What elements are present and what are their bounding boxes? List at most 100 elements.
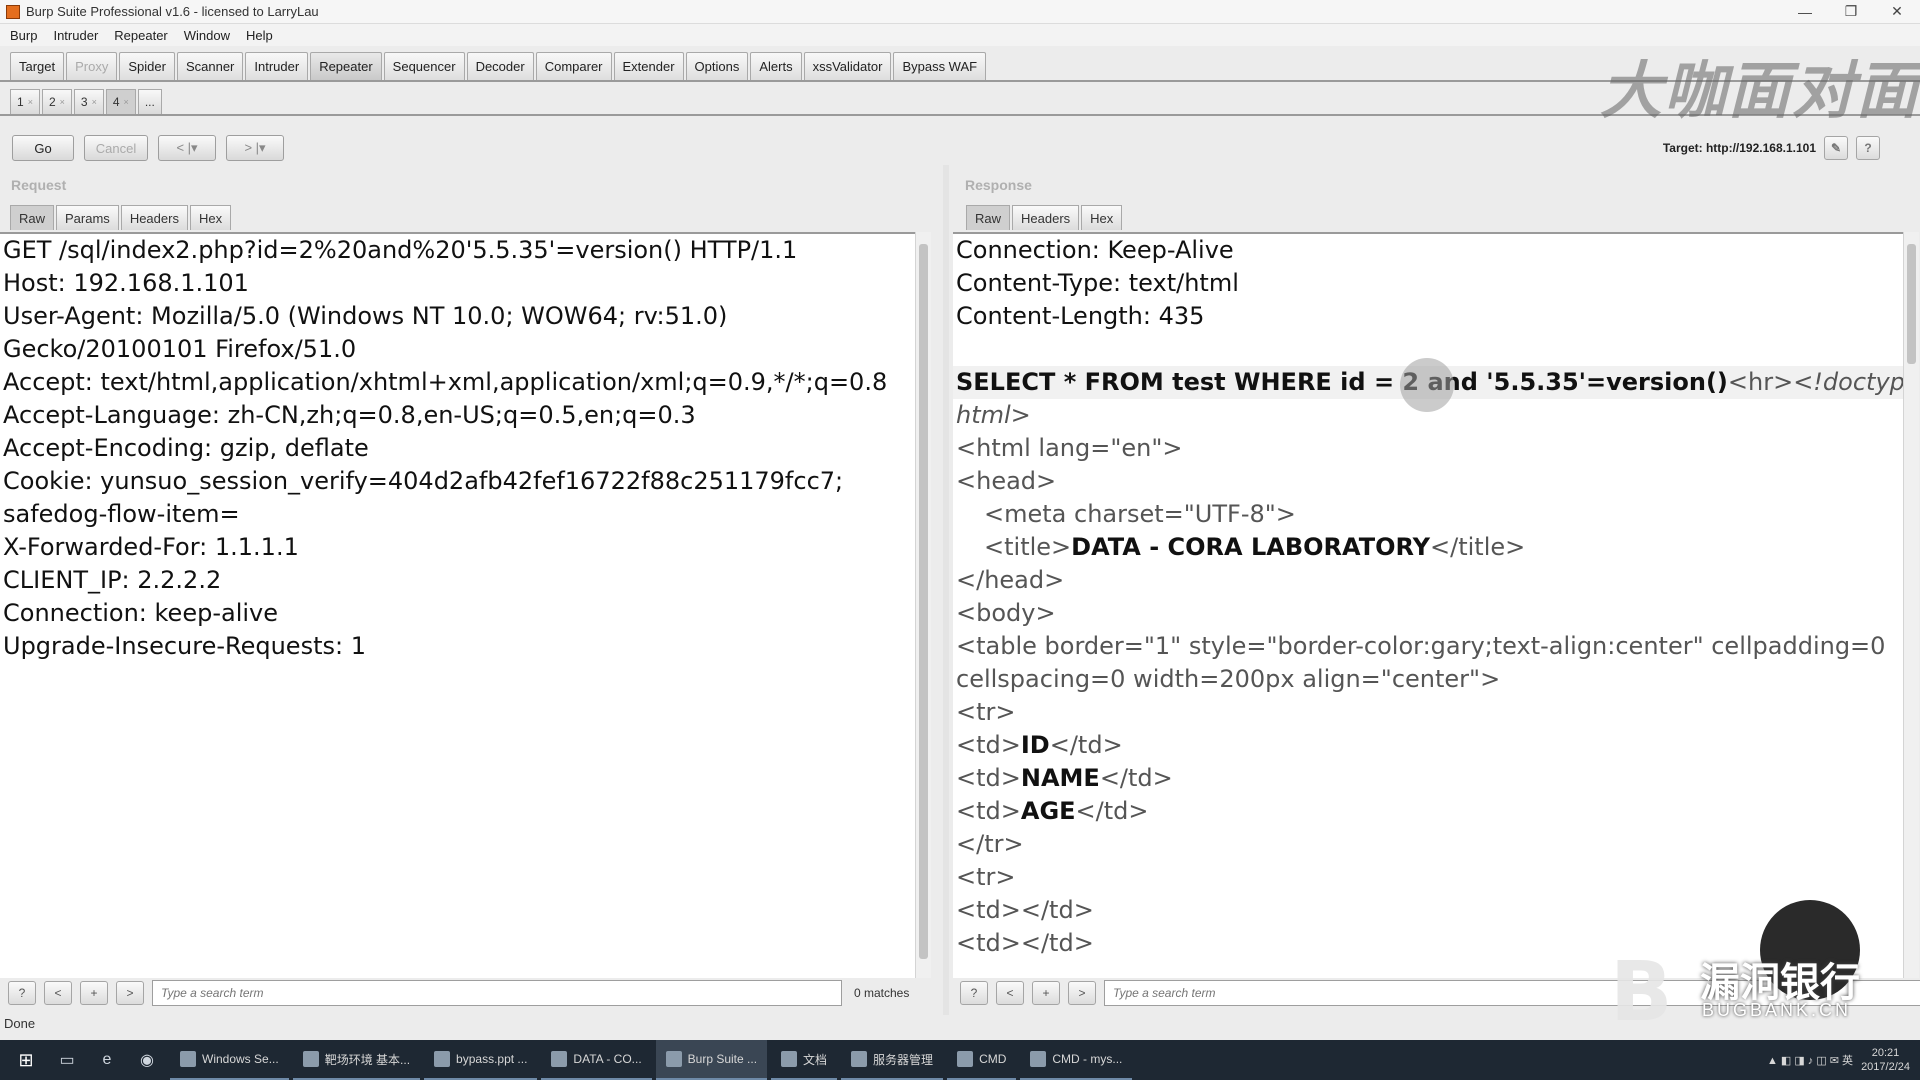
menu-repeater[interactable]: Repeater bbox=[104, 28, 173, 43]
main-tab-bypass-waf[interactable]: Bypass WAF bbox=[893, 52, 987, 80]
taskbar-app-icon bbox=[1030, 1051, 1047, 1067]
request-tab-hex[interactable]: Hex bbox=[189, 205, 232, 230]
request-search-add-button[interactable]: + bbox=[80, 981, 108, 1005]
close-tab-icon[interactable]: × bbox=[28, 97, 33, 107]
task-view-icon[interactable]: ▭ bbox=[50, 1040, 84, 1080]
window-title: Burp Suite Professional v1.6 - licensed … bbox=[26, 4, 319, 19]
repeater-tab-4[interactable]: 4 × bbox=[105, 89, 136, 114]
taskbar-app[interactable]: CMD - mys... bbox=[1020, 1040, 1133, 1080]
response-body-line: <html lang="en"> bbox=[953, 432, 1903, 465]
request-tab-headers[interactable]: Headers bbox=[120, 205, 188, 230]
main-tab-target[interactable]: Target bbox=[10, 52, 65, 80]
menu-burp[interactable]: Burp bbox=[0, 28, 43, 43]
main-tab-extender[interactable]: Extender bbox=[613, 52, 684, 80]
taskbar-app[interactable]: 文档 bbox=[771, 1040, 838, 1080]
maximize-button[interactable]: ❐ bbox=[1828, 0, 1874, 24]
request-search-bar: ? < + > 0 matches bbox=[8, 980, 909, 1006]
main-tab-alerts[interactable]: Alerts bbox=[750, 52, 802, 80]
html-tag: <meta charset="UTF-8"> bbox=[984, 500, 1296, 528]
taskbar-app[interactable]: Windows Se... bbox=[170, 1040, 289, 1080]
main-tab-scanner[interactable]: Scanner bbox=[176, 52, 244, 80]
help-icon[interactable]: ? bbox=[1856, 136, 1880, 160]
taskbar-app-icon bbox=[180, 1051, 196, 1067]
menu-window[interactable]: Window bbox=[174, 28, 236, 43]
request-search-help-button[interactable]: ? bbox=[8, 981, 36, 1005]
repeater-tab-5[interactable]: ... bbox=[137, 89, 162, 114]
main-tab-intruder[interactable]: Intruder bbox=[245, 52, 309, 80]
repeater-tab-3[interactable]: 3 × bbox=[73, 89, 104, 114]
taskbar-app-icon bbox=[665, 1051, 682, 1067]
doctype-tag-end: html> bbox=[956, 401, 1031, 429]
response-search-help-button[interactable]: ? bbox=[960, 981, 988, 1005]
taskbar-app[interactable]: CMD bbox=[947, 1040, 1017, 1080]
main-tab-spider[interactable]: Spider bbox=[119, 52, 175, 80]
clock-time: 20:21 bbox=[1871, 1047, 1900, 1059]
response-tab-headers[interactable]: Headers bbox=[1012, 205, 1080, 230]
main-tab-options[interactable]: Options bbox=[685, 52, 749, 80]
response-scroll-thumb[interactable] bbox=[1907, 244, 1916, 364]
close-tab-icon[interactable]: × bbox=[124, 97, 129, 107]
back-button[interactable]: < |▾ bbox=[158, 135, 216, 161]
response-scrollbar[interactable] bbox=[1903, 232, 1919, 978]
response-tab-hex[interactable]: Hex bbox=[1081, 205, 1123, 230]
response-body-line: <body> bbox=[953, 597, 1903, 630]
response-body-line: </tr> bbox=[953, 828, 1903, 861]
edge-browser-icon[interactable]: e bbox=[90, 1040, 124, 1080]
close-tab-icon[interactable]: × bbox=[92, 97, 97, 107]
main-tab-comparer[interactable]: Comparer bbox=[535, 52, 612, 80]
taskbar-app[interactable]: 靶场环境 基本... bbox=[292, 1040, 421, 1080]
main-tab-xssvalidator[interactable]: xssValidator bbox=[803, 52, 892, 80]
taskbar-app[interactable]: bypass.ppt ... bbox=[424, 1040, 538, 1080]
repeater-tab-2[interactable]: 2 × bbox=[41, 89, 72, 114]
doctype-tag: <!doctype bbox=[1793, 368, 1903, 396]
response-editor[interactable]: Connection: Keep-Alive Content-Type: text… bbox=[953, 232, 1903, 978]
response-search-prev-button[interactable]: < bbox=[996, 981, 1024, 1005]
html-tag: <title> bbox=[984, 533, 1072, 561]
request-tab-params[interactable]: Params bbox=[56, 205, 119, 230]
taskbar-app[interactable]: Burp Suite ... bbox=[655, 1040, 768, 1080]
start-button[interactable]: ⊞ bbox=[8, 1040, 44, 1080]
main-tab-repeater[interactable]: Repeater bbox=[310, 52, 382, 80]
menu-intruder[interactable]: Intruder bbox=[43, 28, 104, 43]
request-matches-count: 0 matches bbox=[854, 986, 910, 1000]
request-scroll-thumb[interactable] bbox=[919, 244, 928, 959]
request-tab-raw[interactable]: Raw bbox=[10, 205, 55, 230]
request-editor[interactable]: GET /sql/index2.php?id=2%20and%20'5.5.35… bbox=[0, 232, 915, 978]
taskbar-app[interactable]: DATA - CO... bbox=[541, 1040, 652, 1080]
go-button[interactable]: Go bbox=[12, 135, 74, 161]
cancel-button[interactable]: Cancel bbox=[84, 135, 148, 161]
main-tab-decoder[interactable]: Decoder bbox=[466, 52, 534, 80]
burp-app-icon bbox=[6, 4, 20, 19]
tray-icons[interactable]: ▲ ◧ ◨ ♪ ◫ ✉ 英 bbox=[1767, 1052, 1853, 1068]
response-body-line: <title>DATA - CORA LABORATORY</title> bbox=[953, 531, 1903, 564]
edit-target-icon[interactable]: ✎ bbox=[1824, 136, 1848, 160]
response-tab-raw[interactable]: Raw bbox=[966, 205, 1011, 230]
request-scrollbar[interactable] bbox=[915, 232, 931, 978]
request-line: GET /sql/index2.php?id=2%20and%20'5.5.35… bbox=[3, 236, 798, 264]
close-window-button[interactable]: ✕ bbox=[1874, 0, 1920, 24]
html-text: ID bbox=[1020, 731, 1050, 759]
pane-splitter[interactable] bbox=[943, 165, 949, 1015]
clock[interactable]: 20:21 2017/2/24 bbox=[1861, 1046, 1910, 1074]
main-tab-sequencer[interactable]: Sequencer bbox=[383, 52, 465, 80]
chrome-icon[interactable]: ◉ bbox=[130, 1040, 164, 1080]
html-tag: <table border="1" style="border-color:ga… bbox=[956, 632, 1886, 660]
request-search-prev-button[interactable]: < bbox=[44, 981, 72, 1005]
menu-help[interactable]: Help bbox=[236, 28, 279, 43]
close-tab-icon[interactable]: × bbox=[60, 97, 65, 107]
request-search-next-button[interactable]: > bbox=[116, 981, 144, 1005]
taskbar-app-icon bbox=[551, 1051, 568, 1067]
response-search-next-button[interactable]: > bbox=[1068, 981, 1096, 1005]
minimize-button[interactable]: — bbox=[1782, 0, 1828, 24]
html-tag: <tr> bbox=[956, 863, 1016, 891]
request-line: safedog-flow-item= bbox=[3, 500, 240, 528]
html-text: DATA - CORA LABORATORY bbox=[1071, 533, 1431, 561]
request-line: Accept-Language: zh-CN,zh;q=0.8,en-US;q=… bbox=[3, 401, 696, 429]
request-search-input[interactable] bbox=[152, 980, 842, 1006]
repeater-tab-1[interactable]: 1 × bbox=[10, 89, 40, 114]
taskbar-app[interactable]: 服务器管理 bbox=[841, 1040, 944, 1080]
response-search-add-button[interactable]: + bbox=[1032, 981, 1060, 1005]
forward-button[interactable]: > |▾ bbox=[226, 135, 284, 161]
main-tab-proxy[interactable]: Proxy bbox=[66, 52, 118, 80]
taskbar-app-label: bypass.ppt ... bbox=[456, 1052, 528, 1066]
